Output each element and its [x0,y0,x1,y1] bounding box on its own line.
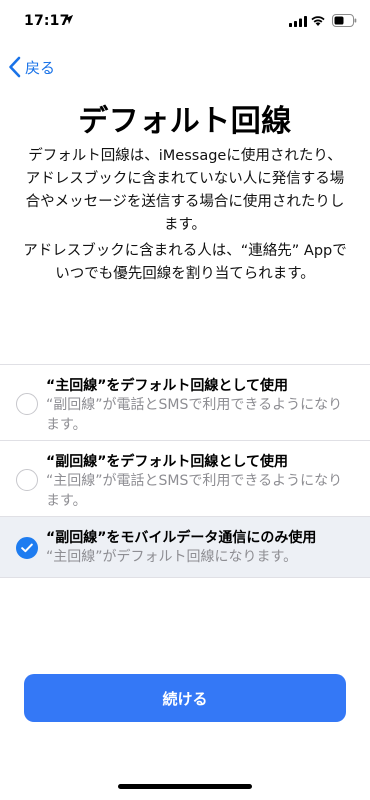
chevron-left-icon [9,56,21,78]
status-bar: 17:17 [0,0,370,44]
option-title: “副回線”をデフォルト回線として使用 [46,454,288,470]
option-title: “副回線”をモバイルデータ通信にのみ使用 [46,530,317,546]
option-subtitle: “副回線”が電話とSMSで利用できるようになります。 [46,397,343,433]
signal-icon [289,16,307,27]
checkmark-icon [21,543,33,553]
wifi-icon [311,16,325,26]
radio-unchecked-icon[interactable] [16,469,38,491]
option-secondary-data-only[interactable]: “副回線”をモバイルデータ通信にのみ使用 “主回線”がデフォルト回線になります。 [0,516,370,578]
radio-unchecked-icon[interactable] [16,393,38,415]
option-title: “主回線”をデフォルト回線として使用 [46,378,288,394]
location-arrow-icon [63,14,74,25]
option-subtitle: “主回線”が電話とSMSで利用できるようになります。 [46,473,343,509]
description-paragraph-1: デフォルト回線は、iMessageに使用されたり、アドレスブックに含まれていない… [25,148,345,233]
back-label: 戻る [25,58,56,77]
line-options-list: “主回線”をデフォルト回線として使用 “副回線”が電話とSMSで利用できるように… [0,364,370,578]
description-paragraph-2: アドレスブックに含まれる人は、“連絡先” Appでいつでも優先回線を割り当てられ… [23,243,347,282]
home-indicator[interactable] [118,784,252,789]
radio-checked-icon[interactable] [16,537,38,559]
page-title: デフォルト回線 [78,104,292,139]
battery-icon [332,14,357,27]
option-subtitle: “主回線”がデフォルト回線になります。 [46,549,298,565]
back-button[interactable]: 戻る [8,54,55,80]
option-primary-default[interactable]: “主回線”をデフォルト回線として使用 “副回線”が電話とSMSで利用できるように… [0,364,370,440]
option-secondary-default[interactable]: “副回線”をデフォルト回線として使用 “主回線”が電話とSMSで利用できるように… [0,440,370,516]
continue-button[interactable]: 続ける [24,674,346,722]
